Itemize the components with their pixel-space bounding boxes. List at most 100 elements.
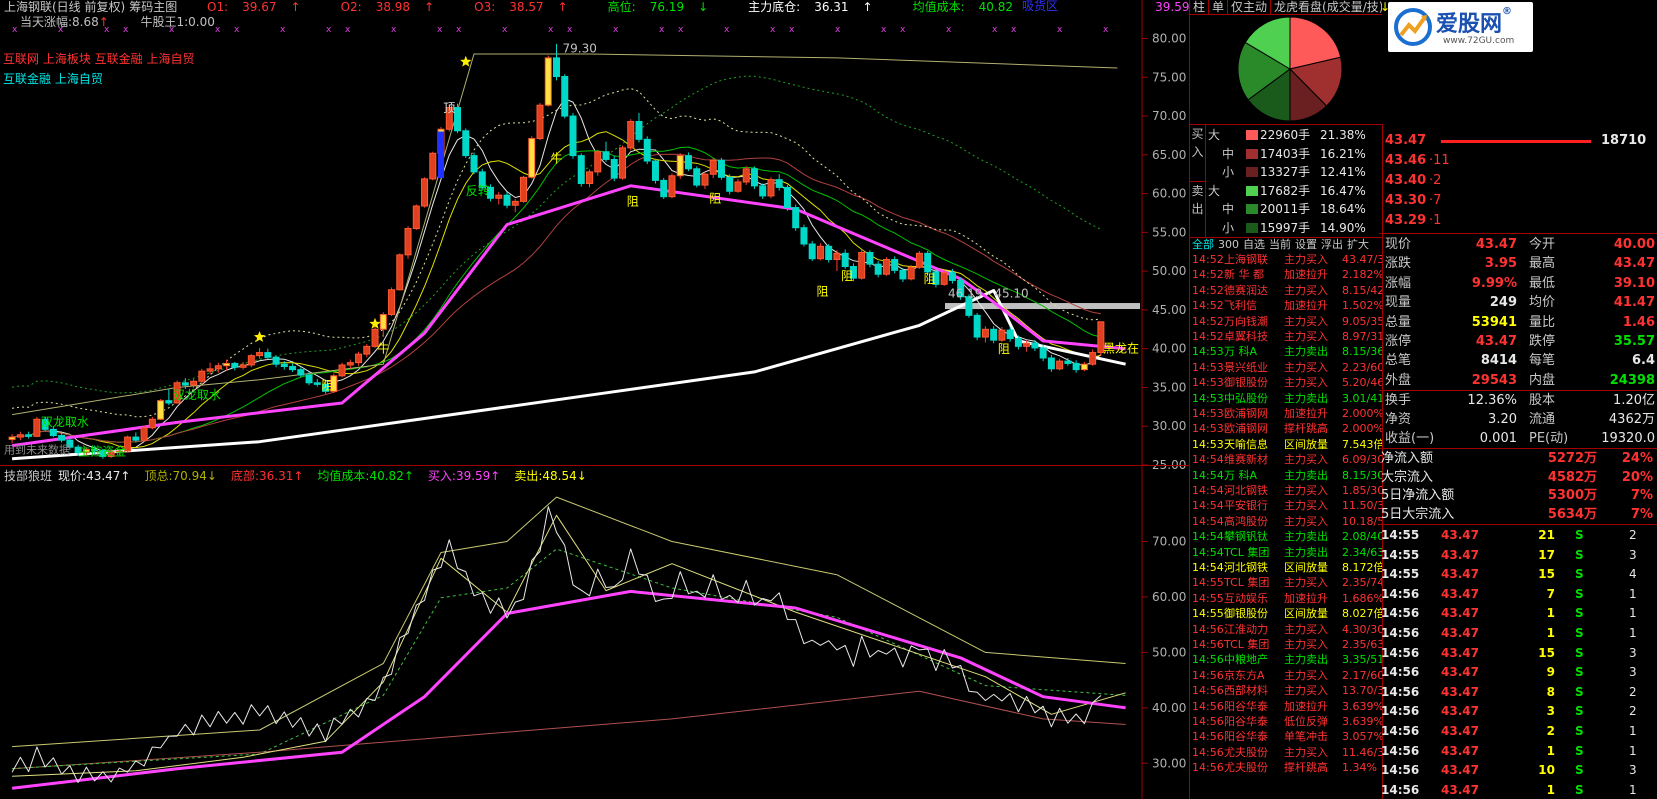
tick-row[interactable]: 14:56 43.47 1 S 1: [1379, 605, 1657, 622]
candle[interactable]: [981, 328, 989, 338]
candle[interactable]: [363, 345, 371, 355]
candle[interactable]: [676, 155, 684, 177]
candle[interactable]: [1039, 347, 1047, 359]
feed-tab-6[interactable]: 扩大: [1347, 238, 1369, 251]
feed-tab-3[interactable]: 当前: [1269, 238, 1291, 251]
candle[interactable]: [280, 363, 288, 368]
candle[interactable]: [256, 352, 264, 357]
feed-row[interactable]: 14:52 卓翼科技 主力买入 8.97/31: [1190, 329, 1382, 344]
feed-row[interactable]: 14:52 飞利信 加速拉升 1.502%: [1190, 298, 1382, 313]
candle[interactable]: [58, 435, 66, 441]
tick-row[interactable]: 14:55 43.47 21 S 2: [1379, 527, 1657, 544]
candle[interactable]: [899, 269, 907, 280]
feed-row[interactable]: 14:53 景兴纸业 主力买入 2.23/60: [1190, 360, 1382, 375]
candle[interactable]: [759, 185, 767, 197]
candle[interactable]: [379, 314, 387, 330]
feed-row[interactable]: 14:54 河北钢铁 区间放量 8.172倍: [1190, 560, 1382, 575]
sub-indicator-chart[interactable]: 70.00 60.00 50.00 40.00 30.00: [0, 466, 1190, 799]
candle[interactable]: [49, 428, 57, 437]
candle[interactable]: [33, 418, 41, 437]
candle[interactable]: [891, 259, 899, 271]
feed-row[interactable]: 14:54 攀钢钒钛 主力卖出 2.08/40: [1190, 529, 1382, 544]
candle[interactable]: [858, 252, 866, 279]
candle[interactable]: [165, 400, 173, 404]
candle[interactable]: [462, 130, 470, 157]
candle[interactable]: [866, 252, 874, 265]
candle[interactable]: [775, 179, 783, 188]
candle[interactable]: [421, 178, 429, 207]
feed-tab-5[interactable]: 浮出: [1321, 238, 1343, 251]
feed-row[interactable]: 14:56 阳谷华泰 单笔冲击 3.057%: [1190, 729, 1382, 744]
alert-feed[interactable]: 14:52 上海钢联 主力买入 43.47/3 14:52 新 华 都加速拉升 2.182%…: [1190, 252, 1382, 799]
candle[interactable]: [1047, 357, 1055, 370]
candle[interactable]: [569, 115, 577, 157]
tick-row[interactable]: 14:56 43.47 1 S 1: [1379, 743, 1657, 760]
feed-row[interactable]: 14:55 TCL 集团 主力买入 2.35/74: [1190, 575, 1382, 590]
candle[interactable]: [643, 138, 651, 162]
candle[interactable]: [693, 168, 701, 186]
side-tab-3[interactable]: 龙虎看盘(成交量/技): [1271, 0, 1382, 14]
candle[interactable]: [181, 382, 189, 386]
candle[interactable]: [783, 186, 791, 209]
tick-row[interactable]: 14:56 43.47 2 S 1: [1379, 723, 1657, 740]
candle[interactable]: [726, 176, 734, 192]
candle[interactable]: [651, 160, 659, 181]
candle[interactable]: [973, 314, 981, 338]
candle[interactable]: [148, 418, 156, 429]
candle[interactable]: [528, 138, 536, 178]
candle[interactable]: [454, 107, 462, 132]
candle[interactable]: [132, 436, 140, 441]
candle[interactable]: [214, 365, 222, 370]
tick-row[interactable]: 14:56 43.47 9 S 3: [1379, 664, 1657, 681]
candle[interactable]: [948, 272, 956, 281]
feed-row[interactable]: 14:56 江淮动力 主力买入 4.30/30: [1190, 622, 1382, 637]
feed-tab-0[interactable]: 全部: [1192, 238, 1214, 251]
candle[interactable]: [157, 400, 165, 420]
tick-row[interactable]: 14:56 43.47 1 S 1: [1379, 782, 1657, 799]
candle[interactable]: [272, 356, 280, 365]
candle[interactable]: [618, 147, 626, 179]
candle[interactable]: [1023, 342, 1031, 347]
candle[interactable]: [825, 245, 833, 261]
candle[interactable]: [816, 245, 824, 260]
candle[interactable]: [338, 364, 346, 377]
candle[interactable]: [717, 159, 725, 178]
tick-row[interactable]: 14:56 43.47 3 S 2: [1379, 703, 1657, 720]
candle[interactable]: [998, 329, 1006, 341]
candlestick-chart[interactable]: 80.00 75.00 70.00 65.00 60.00 55.00 50.00 45.00…: [0, 0, 1190, 470]
candle[interactable]: [874, 263, 882, 275]
candle[interactable]: [239, 364, 247, 368]
feed-row[interactable]: 14:53 欧浦钢网 加速拉升 2.000%: [1190, 406, 1382, 421]
candle[interactable]: [520, 176, 528, 202]
candle[interactable]: [544, 57, 552, 106]
feed-row[interactable]: 14:54 平安银行 主力买入 11.50/3: [1190, 498, 1382, 513]
feed-row[interactable]: 14:56 西部材料 主力买入 13.70/3: [1190, 683, 1382, 698]
candle[interactable]: [907, 266, 915, 280]
candle[interactable]: [940, 272, 948, 285]
candle[interactable]: [305, 374, 313, 384]
candle[interactable]: [206, 368, 214, 372]
candle[interactable]: [8, 436, 16, 440]
tick-row[interactable]: 14:56 43.47 1 S 1: [1379, 625, 1657, 642]
tick-row[interactable]: 14:55 43.47 17 S 3: [1379, 547, 1657, 564]
candle[interactable]: [346, 362, 354, 366]
candle[interactable]: [1031, 342, 1039, 349]
candle[interactable]: [792, 207, 800, 229]
tick-trades[interactable]: 14:55 43.47 21 S 2 14:55 43.47 17 S 3 14:55 43.47 15…: [1379, 525, 1657, 799]
candle[interactable]: [297, 369, 305, 376]
candle[interactable]: [808, 243, 816, 260]
side-tab-1[interactable]: 单: [1209, 0, 1229, 14]
candle[interactable]: [635, 120, 643, 140]
feed-row[interactable]: 14:56 阳谷华泰 加速拉升 3.639%: [1190, 699, 1382, 714]
feed-row[interactable]: 14:52 德赛润达 主力买入 8.15/42: [1190, 283, 1382, 298]
candle[interactable]: [585, 171, 593, 185]
candle[interactable]: [668, 175, 676, 198]
feed-row[interactable]: 14:54 高鸿股份 主力买入 10.18/5: [1190, 514, 1382, 529]
main-chart-panel[interactable]: 上海钢联(日线 前复权) 筹码主图 O1: 39.67 ↑ O2: 38.98 ↑ O3: 38…: [0, 0, 1502, 470]
feed-row[interactable]: 14:54 万 科A 主力卖出 8.15/30: [1190, 468, 1382, 483]
candle[interactable]: [1014, 338, 1022, 347]
candle[interactable]: [627, 120, 635, 149]
sub-chart-panel[interactable]: 技部狼班 现价:43.47↑ 顶总:70.94↓ 底部:36.31↑ 均值成本:40.8…: [0, 466, 1190, 799]
candle[interactable]: [915, 252, 923, 268]
candle[interactable]: [190, 380, 198, 386]
